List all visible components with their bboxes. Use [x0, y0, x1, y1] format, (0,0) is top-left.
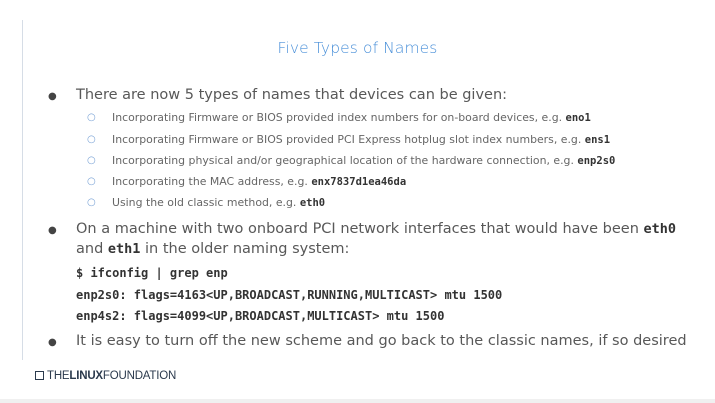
bullet-marker-icon: ● [48, 91, 57, 102]
example-name: enx7837d1ea46da [311, 176, 407, 188]
example-name: eth1 [107, 241, 141, 257]
example-name: eth0 [643, 221, 677, 237]
subbullet-text: Incorporating the MAC address, e.g. [112, 175, 312, 188]
slide: Five Types of Names ● There are now 5 ty… [0, 0, 715, 403]
code-line: $ ifconfig | grep enp [76, 266, 228, 280]
circle-bullet-icon: ○ [87, 112, 96, 123]
bullet-text: and [76, 241, 108, 257]
bottom-border [0, 399, 715, 403]
bullet-marker-icon: ● [48, 337, 57, 348]
example-name: ens1 [584, 134, 611, 146]
circle-bullet-icon: ○ [87, 176, 96, 187]
slide-title: Five Types of Names [277, 39, 438, 57]
code-line: enp4s2: flags=4099<UP,BROADCAST,MULTICAS… [76, 309, 445, 323]
code-line: enp2s0: flags=4163<UP,BROADCAST,RUNNING,… [76, 288, 503, 302]
left-divider [22, 20, 23, 360]
example-name: enp2s0 [577, 155, 616, 167]
subbullet-text: Incorporating Firmware or BIOS provided … [112, 133, 585, 146]
circle-bullet-icon: ○ [87, 134, 96, 145]
subbullet-text: Incorporating physical and/or geographic… [112, 154, 578, 167]
example-name: eno1 [565, 112, 591, 124]
subbullet-text: Using the old classic method, e.g. [112, 196, 300, 209]
bullet-text: in the older naming system: [140, 241, 350, 257]
bullet-marker-icon: ● [48, 225, 57, 236]
circle-bullet-icon: ○ [87, 155, 96, 166]
bullet-text: On a machine with two onboard PCI networ… [76, 221, 644, 237]
bullet-text: It is easy to turn off the new scheme an… [76, 333, 687, 349]
subbullet-text: Incorporating Firmware or BIOS provided … [112, 111, 566, 124]
linux-foundation-logo: THELINUXFOUNDATION [35, 370, 176, 382]
example-name: eth0 [299, 197, 326, 209]
bullet-text: There are now 5 types of names that devi… [76, 87, 508, 103]
logo-square-icon [35, 371, 44, 380]
circle-bullet-icon: ○ [87, 197, 96, 208]
